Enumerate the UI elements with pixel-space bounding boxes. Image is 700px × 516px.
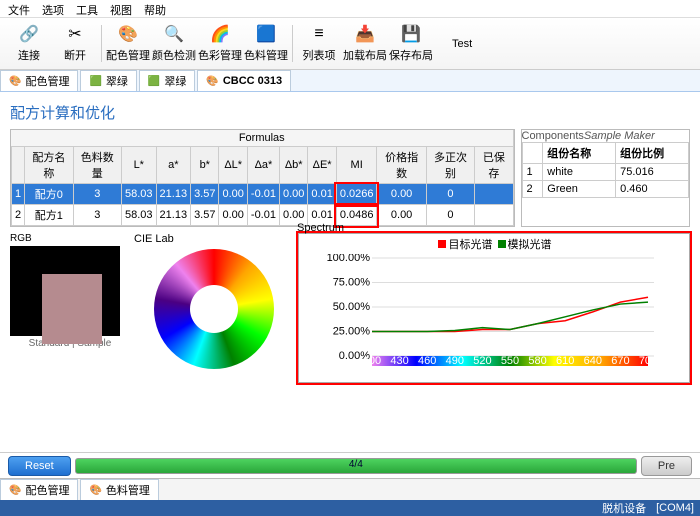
tab-sample2[interactable]: 🟩翠绿 bbox=[139, 70, 195, 91]
rgb-panel: RGB Standard | Sample bbox=[10, 233, 130, 383]
tb-detect[interactable]: 🔍颜色检测 bbox=[151, 22, 197, 65]
tb-list[interactable]: ≡列表项 bbox=[296, 22, 342, 65]
svg-text:520: 520 bbox=[473, 355, 491, 367]
spectrum-chart: 100.00%75.00%50.00%25.00%0.00%4004304604… bbox=[299, 254, 689, 374]
svg-text:50.00%: 50.00% bbox=[333, 301, 371, 313]
menu-tools[interactable]: 工具 bbox=[76, 2, 98, 15]
tab-palette[interactable]: 🎨配色管理 bbox=[0, 70, 78, 91]
table-row[interactable]: 1配方0358.0321.133.570.00-0.010.000.010.02… bbox=[12, 184, 514, 205]
btab-paint[interactable]: 🎨色料管理 bbox=[80, 479, 158, 500]
disconnect-icon: ✂ bbox=[61, 22, 89, 46]
svg-text:610: 610 bbox=[556, 355, 574, 367]
menu-help[interactable]: 帮助 bbox=[144, 2, 166, 15]
spectrum-panel: Spectrum 目标光谱 模拟光谱 100.00%75.00%50.00%25… bbox=[298, 233, 690, 383]
connect-icon: 🔗 bbox=[15, 22, 43, 46]
tb-connect[interactable]: 🔗连接 bbox=[6, 22, 52, 65]
svg-text:640: 640 bbox=[584, 355, 602, 367]
list-icon: ≡ bbox=[305, 22, 333, 46]
color-icon: 🌈 bbox=[206, 22, 234, 46]
device-offline: 脱机设备 bbox=[602, 500, 646, 516]
tb-disconnect[interactable]: ✂断开 bbox=[52, 22, 98, 65]
svg-text:430: 430 bbox=[390, 355, 408, 367]
svg-text:25.00%: 25.00% bbox=[333, 326, 371, 338]
cie-panel: CIE Lab bbox=[134, 233, 294, 383]
btab-palette[interactable]: 🎨配色管理 bbox=[0, 479, 78, 500]
formulas-panel: Formulas 配方名称色料数量L*a*b*ΔL*Δa*Δb*ΔE*MI价格指… bbox=[10, 129, 515, 227]
tb-color[interactable]: 🌈色彩管理 bbox=[197, 22, 243, 65]
device-port: [COM4] bbox=[656, 502, 694, 514]
pre-button[interactable]: Pre bbox=[641, 456, 692, 476]
svg-text:460: 460 bbox=[418, 355, 436, 367]
progress-bar: 4/4 bbox=[75, 458, 637, 474]
load-icon: 📥 bbox=[351, 22, 379, 46]
svg-text:100.00%: 100.00% bbox=[327, 254, 371, 264]
rgb-standard-swatch bbox=[10, 246, 120, 336]
page-title: 配方计算和优化 bbox=[10, 102, 690, 123]
svg-text:490: 490 bbox=[446, 355, 464, 367]
statusbar: Reset 4/4 Pre bbox=[0, 452, 700, 478]
reset-button[interactable]: Reset bbox=[8, 456, 71, 476]
tab-sample1[interactable]: 🟩翠绿 bbox=[80, 70, 136, 91]
components-table: 组份名称组份比例1white75.0162Green0.460 bbox=[522, 142, 690, 198]
cie-wheel bbox=[154, 249, 274, 369]
content: 配方计算和优化 Formulas 配方名称色料数量L*a*b*ΔL*Δa*Δb*… bbox=[0, 92, 700, 452]
table-row[interactable]: 2Green0.460 bbox=[522, 181, 689, 198]
bottom-tabs: 🎨配色管理 🎨色料管理 bbox=[0, 478, 700, 500]
tb-palette[interactable]: 🎨配色管理 bbox=[105, 22, 151, 65]
tb-load[interactable]: 📥加载布局 bbox=[342, 22, 388, 65]
tb-paint[interactable]: 🟦色料管理 bbox=[243, 22, 289, 65]
detect-icon: 🔍 bbox=[160, 22, 188, 46]
svg-text:700: 700 bbox=[639, 355, 657, 367]
menu-options[interactable]: 选项 bbox=[42, 2, 64, 15]
toolbar: 🔗连接 ✂断开 🎨配色管理 🔍颜色检测 🌈色彩管理 🟦色料管理 ≡列表项 📥加载… bbox=[0, 18, 700, 70]
svg-text:580: 580 bbox=[528, 355, 546, 367]
menu-file[interactable]: 文件 bbox=[8, 2, 30, 15]
footer: 脱机设备 [COM4] bbox=[0, 500, 700, 516]
components-panel: ComponentsSample Maker 组份名称组份比例1white75.… bbox=[521, 129, 691, 227]
svg-text:670: 670 bbox=[611, 355, 629, 367]
menubar: 文件 选项 工具 视图 帮助 bbox=[0, 0, 700, 18]
test-label: Test bbox=[452, 38, 472, 50]
paint-icon: 🟦 bbox=[252, 22, 280, 46]
spectrum-legend: 目标光谱 模拟光谱 bbox=[299, 234, 689, 254]
menu-view[interactable]: 视图 bbox=[110, 2, 132, 15]
rgb-sample-swatch bbox=[42, 274, 102, 344]
svg-text:75.00%: 75.00% bbox=[333, 277, 371, 289]
svg-text:550: 550 bbox=[501, 355, 519, 367]
formulas-table: 配方名称色料数量L*a*b*ΔL*Δa*Δb*ΔE*MI价格指数多正次别已保存1… bbox=[11, 146, 514, 226]
svg-text:400: 400 bbox=[363, 355, 381, 367]
table-row[interactable]: 2配方1358.0321.133.570.00-0.010.000.010.04… bbox=[12, 205, 514, 226]
table-row[interactable]: 1white75.016 bbox=[522, 164, 689, 181]
formulas-title: Formulas bbox=[11, 130, 514, 146]
save-icon: 💾 bbox=[397, 22, 425, 46]
tb-save[interactable]: 💾保存布局 bbox=[388, 22, 434, 65]
palette-icon: 🎨 bbox=[114, 22, 142, 46]
tab-cbcc[interactable]: 🎨CBCC 0313 bbox=[197, 70, 291, 91]
tab-strip: 🎨配色管理 🟩翠绿 🟩翠绿 🎨CBCC 0313 bbox=[0, 70, 700, 92]
